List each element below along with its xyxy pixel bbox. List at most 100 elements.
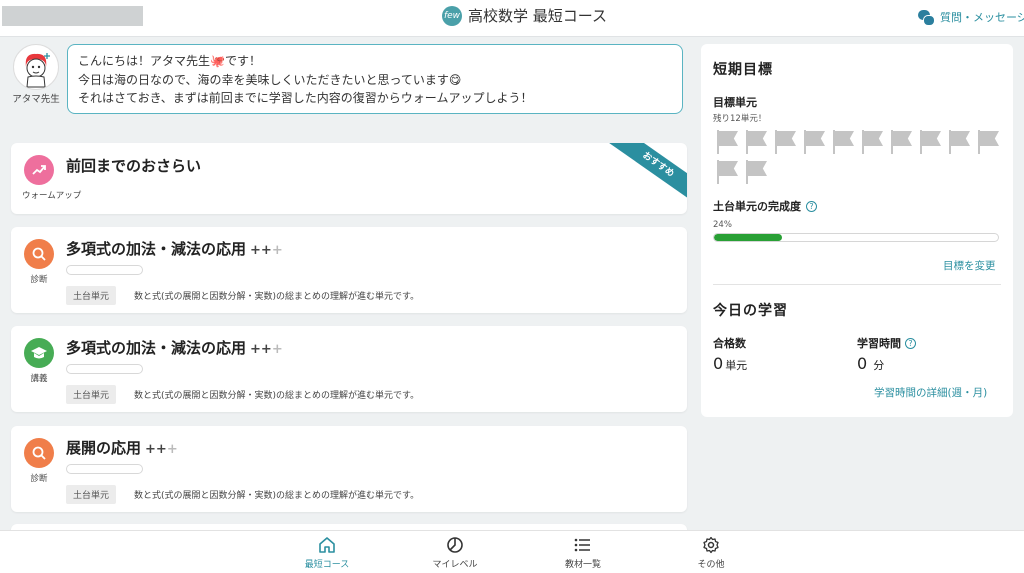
card-icon-group: 診断	[22, 438, 56, 484]
card-icon-label: 診断	[30, 474, 48, 484]
card-icon-group: 診断	[22, 239, 56, 285]
level-plus: +++	[250, 342, 283, 357]
redacted-block	[2, 6, 143, 26]
speech-line-2: 今日は海の日なので、海の幸を美味しくいただきたいと思っています😋	[78, 72, 462, 87]
completion-progress-bar	[713, 233, 999, 242]
unit-description: 数と式(式の展開と因数分解・実数)の総まとめの理解が進む単元です。	[134, 292, 420, 302]
goal-flag-icon	[744, 130, 768, 154]
goal-flag-icon	[831, 130, 855, 154]
app-logo: few	[442, 5, 462, 26]
card-title: 多項式の加法・減法の応用 +++	[66, 337, 283, 358]
teacher-profile: アタマ先生	[12, 44, 60, 105]
level-plus: +++	[145, 442, 178, 457]
teacher-speech-bubble: こんにちは！アタマ先生🐙です！ 今日は海の日なので、海の幸を美味しくいただきたい…	[67, 44, 683, 114]
app-title: 高校数学 最短コース	[468, 7, 608, 25]
study-time-number: 0	[857, 354, 868, 373]
card-title: 多項式の加法・減法の応用 +++	[66, 238, 283, 259]
target-unit-label: 目標単元	[713, 96, 757, 109]
graduation-cap-icon	[24, 338, 54, 368]
completion-label-text: 土台単元の完成度	[713, 200, 801, 213]
goal-flags	[715, 130, 1005, 184]
completion-label: 土台単元の完成度 ?	[713, 198, 817, 214]
nav-label: マイレベル	[432, 560, 478, 570]
card-title: 前回までのおさらい	[66, 157, 202, 175]
pie-icon	[447, 537, 463, 553]
passed-count-unit: 単元	[725, 359, 748, 372]
change-goal-link[interactable]: 目標を変更	[943, 258, 996, 273]
level-plus: +++	[250, 243, 283, 258]
progress-pill	[66, 364, 143, 374]
study-time-label: 学習時間 ?	[857, 335, 916, 351]
messages-label: 質問・メッセージ	[940, 11, 1024, 24]
completion-percent: 24%	[713, 220, 732, 230]
nav-label: 教材一覧	[564, 560, 601, 570]
card-title-text: 多項式の加法・減法の応用	[66, 240, 247, 258]
panel-divider	[713, 284, 1001, 285]
nav-shortest-course[interactable]: 最短コース	[287, 536, 367, 570]
list-icon	[574, 538, 590, 552]
trend-up-icon	[24, 155, 54, 185]
card-unit[interactable]: 診断 展開の応用 +++ 土台単元 数と式(式の展開と因数分解・実数)の総まとめの…	[11, 426, 687, 512]
card-icon-label: 診断	[30, 275, 48, 285]
goal-flag-icon	[918, 130, 942, 154]
goal-flag-icon	[976, 130, 1000, 154]
nav-label: その他	[697, 560, 725, 570]
completion-progress-fill	[714, 234, 783, 241]
goal-flag-icon	[802, 130, 826, 154]
card-icon-group: 講義	[22, 338, 56, 384]
bottom-nav: 最短コース マイレベル 教材一覧 その他	[0, 530, 1024, 573]
teacher-name: アタマ先生	[12, 94, 60, 105]
card-title: 展開の応用 +++	[66, 437, 178, 458]
progress-pill	[66, 265, 143, 275]
nav-others[interactable]: その他	[671, 536, 751, 570]
passed-count-value: 0 単元	[713, 354, 747, 373]
help-icon[interactable]: ?	[905, 337, 916, 349]
unit-description: 数と式(式の展開と因数分解・実数)の総まとめの理解が進む単元です。	[134, 491, 420, 501]
goal-flag-icon	[889, 130, 913, 154]
goal-flag-icon	[773, 130, 797, 154]
card-icon-group: ウォームアップ	[22, 155, 82, 201]
goal-panel: 短期目標 目標単元 残り12単元！ 土台単元の完成度 ? 24% 目標を変更 今…	[701, 44, 1013, 417]
card-unit[interactable]: 診断 多項式の加法・減法の応用 +++ 土台単元 数と式(式の展開と因数分解・実数…	[11, 227, 687, 313]
top-header: few 高校数学 最短コース 質問・メッセージ	[0, 0, 1024, 37]
passed-count-label: 合格数	[713, 337, 746, 350]
card-icon-label: 講義	[30, 374, 48, 384]
teacher-avatar	[13, 44, 59, 90]
speech-line-3: それはさておき、まずは前回までに学習した内容の復習からウォームアップしよう！	[78, 91, 533, 105]
card-review[interactable]: ウォームアップ 前回までのおさらい おすすめ	[11, 143, 687, 214]
goal-flag-icon	[744, 160, 768, 184]
remaining-units: 残り12単元！	[713, 114, 767, 124]
goal-flag-icon	[947, 130, 971, 154]
goal-flag-icon	[715, 160, 739, 184]
unit-tag: 土台単元	[66, 286, 117, 305]
recommended-ribbon: おすすめ	[607, 143, 687, 205]
help-icon[interactable]: ?	[806, 200, 817, 212]
card-title-text: 多項式の加法・減法の応用	[66, 339, 247, 357]
short-goal-heading: 短期目標	[713, 62, 773, 78]
progress-pill	[66, 464, 143, 474]
card-unit[interactable]: 講義 多項式の加法・減法の応用 +++ 土台単元 数と式(式の展開と因数分解・実数…	[11, 326, 687, 412]
study-time-label-text: 学習時間	[857, 337, 901, 350]
search-icon	[24, 438, 54, 468]
nav-my-level[interactable]: マイレベル	[415, 536, 495, 570]
passed-count-number: 0	[713, 354, 724, 373]
study-time-detail-link[interactable]: 学習時間の詳細(週・月)	[874, 385, 987, 400]
app-title-group: few 高校数学 最短コース	[442, 5, 607, 26]
chat-icon	[918, 10, 935, 26]
study-time-value: 0分	[857, 354, 884, 373]
home-icon	[319, 537, 335, 553]
card-title-text: 展開の応用	[66, 439, 142, 457]
unit-tag: 土台単元	[66, 385, 117, 404]
unit-tag: 土台単元	[66, 485, 117, 504]
goal-flag-icon	[860, 130, 884, 154]
gear-icon	[703, 536, 719, 554]
today-heading: 今日の学習	[713, 303, 788, 319]
goal-flag-icon	[715, 130, 739, 154]
messages-link[interactable]: 質問・メッセージ	[918, 9, 1024, 26]
nav-materials[interactable]: 教材一覧	[543, 536, 623, 570]
nav-label: 最短コース	[304, 560, 350, 570]
card-icon-label: ウォームアップ	[22, 191, 82, 201]
study-time-unit: 分	[873, 359, 885, 372]
search-icon	[24, 239, 54, 269]
speech-line-1: こんにちは！アタマ先生🐙です！	[78, 54, 261, 68]
